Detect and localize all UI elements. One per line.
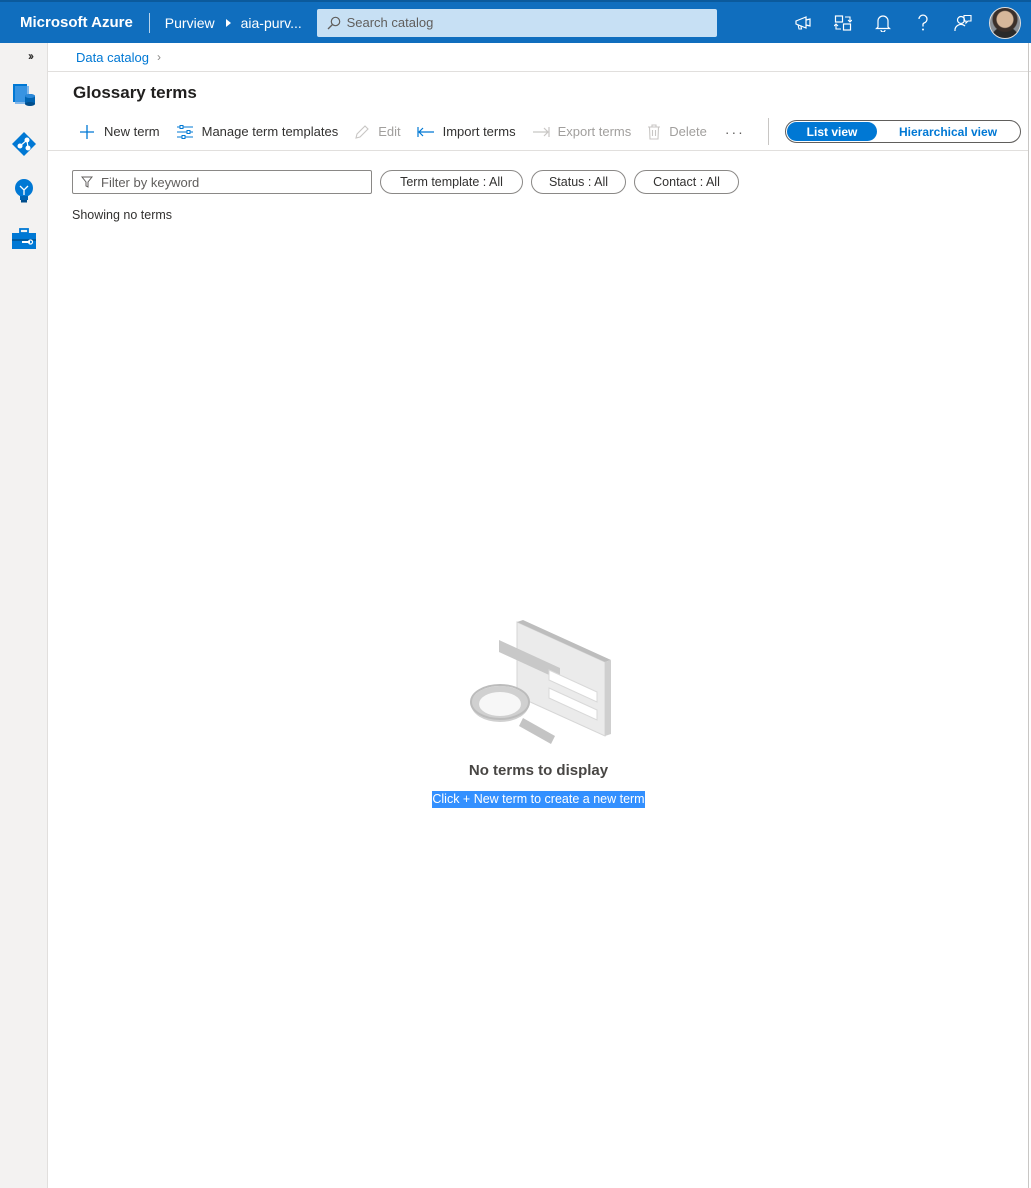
manage-term-templates-button[interactable]: Manage term templates bbox=[176, 124, 339, 140]
account-name[interactable]: aia-purv... bbox=[241, 15, 311, 31]
feedback-person-icon[interactable] bbox=[943, 3, 983, 43]
more-options-button[interactable]: ··· bbox=[725, 124, 745, 140]
azure-brand[interactable]: Microsoft Azure bbox=[0, 14, 149, 31]
import-arrow-icon bbox=[417, 126, 434, 137]
new-term-label: New term bbox=[104, 124, 160, 139]
sliders-icon bbox=[176, 124, 193, 139]
breadcrumb-data-catalog[interactable]: Data catalog bbox=[76, 50, 149, 65]
insights-lightbulb-icon[interactable] bbox=[10, 177, 38, 205]
filter-keyword-placeholder: Filter by keyword bbox=[101, 174, 200, 190]
breadcrumb: Data catalog › bbox=[48, 43, 1031, 72]
feedback-megaphone-icon[interactable] bbox=[783, 3, 823, 43]
empty-state-title: No terms to display bbox=[468, 762, 609, 779]
service-name[interactable]: Purview bbox=[150, 15, 215, 31]
plus-icon bbox=[80, 124, 94, 139]
export-terms-button[interactable]: Export terms bbox=[532, 124, 632, 139]
term-template-filter[interactable]: Term template : All bbox=[380, 170, 523, 194]
pencil-icon bbox=[355, 124, 369, 139]
data-map-icon[interactable] bbox=[10, 130, 38, 158]
edit-label: Edit bbox=[378, 124, 401, 139]
data-catalog-icon[interactable] bbox=[10, 81, 38, 109]
user-avatar[interactable] bbox=[989, 6, 1021, 39]
chevron-right-icon: › bbox=[157, 50, 161, 64]
status-filter[interactable]: Status : All bbox=[531, 170, 626, 194]
delete-button[interactable]: Delete bbox=[647, 123, 707, 140]
contact-filter[interactable]: Contact : All bbox=[634, 170, 739, 194]
view-toggle: List view Hierarchical view bbox=[785, 120, 1021, 143]
empty-state-illustration bbox=[465, 618, 615, 748]
hierarchical-view-button[interactable]: Hierarchical view bbox=[877, 125, 1019, 139]
delete-label: Delete bbox=[669, 124, 707, 139]
manage-term-templates-label: Manage term templates bbox=[201, 124, 339, 139]
export-arrow-icon bbox=[532, 126, 550, 137]
export-terms-label: Export terms bbox=[557, 124, 632, 139]
filter-keyword-input[interactable]: Filter by keyword bbox=[72, 170, 372, 194]
command-bar: New term Manage term templates Edit Impo… bbox=[48, 113, 1028, 151]
help-icon[interactable] bbox=[903, 3, 943, 43]
top-actions bbox=[783, 2, 1031, 43]
caret-right-icon bbox=[225, 18, 231, 27]
management-toolbox-icon[interactable] bbox=[10, 225, 38, 253]
edit-button[interactable]: Edit bbox=[354, 124, 401, 140]
command-divider bbox=[768, 118, 769, 145]
left-navigation-rail: ›› bbox=[0, 43, 48, 1188]
new-term-button[interactable]: New term bbox=[78, 123, 160, 141]
search-icon bbox=[327, 16, 340, 29]
directory-switch-icon[interactable] bbox=[823, 3, 863, 43]
content-right-border bbox=[1028, 43, 1029, 1188]
filter-funnel-icon bbox=[81, 176, 93, 188]
trash-icon bbox=[648, 123, 661, 140]
results-summary: Showing no terms bbox=[72, 208, 173, 222]
list-view-button[interactable]: List view bbox=[787, 122, 877, 141]
expand-chevron-icon[interactable]: ›› bbox=[28, 49, 34, 63]
top-navigation-bar: Microsoft Azure Purview aia-purv... Sear… bbox=[0, 0, 1031, 43]
search-catalog-input[interactable]: Search catalog bbox=[316, 8, 717, 37]
page-title: Glossary terms bbox=[73, 83, 197, 102]
import-terms-button[interactable]: Import terms bbox=[417, 124, 516, 139]
search-placeholder: Search catalog bbox=[346, 15, 434, 30]
import-terms-label: Import terms bbox=[442, 124, 516, 139]
empty-state-subtitle-row: Click + New term to create a new term bbox=[0, 790, 1031, 808]
notification-bell-icon[interactable] bbox=[863, 3, 903, 43]
empty-state-subtitle: Click + New term to create a new term bbox=[432, 791, 645, 808]
